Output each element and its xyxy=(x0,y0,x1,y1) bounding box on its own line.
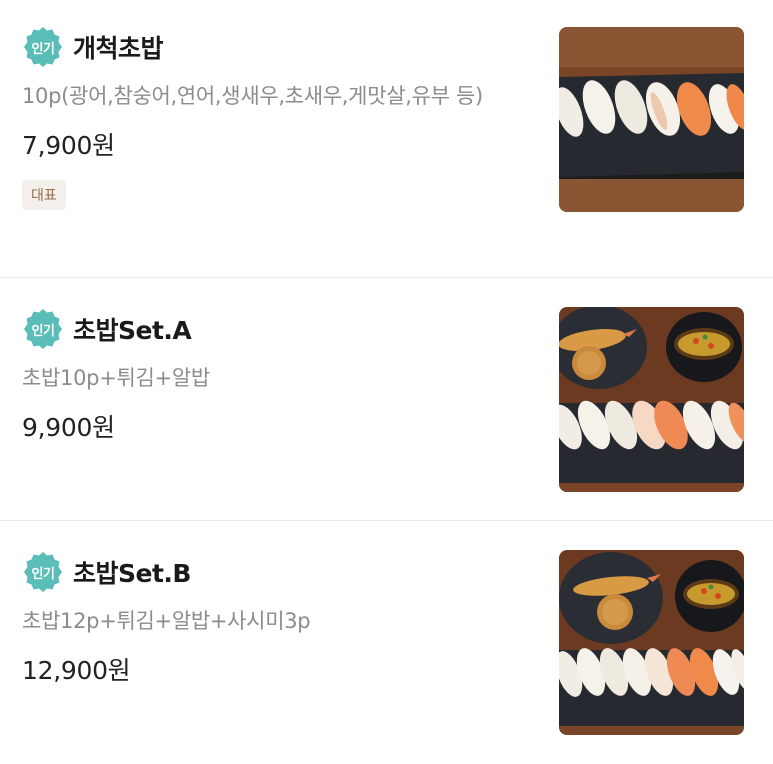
menu-item[interactable]: 인기 개척초밥 10p(광어,참숭어,연어,생새우,초새우,게맛살,유부 등) … xyxy=(0,0,773,278)
title-row: 인기 초밥Set.B xyxy=(22,551,522,593)
menu-item-text: 인기 개척초밥 10p(광어,참숭어,연어,생새우,초새우,게맛살,유부 등) … xyxy=(22,0,522,210)
menu-item-photo[interactable] xyxy=(559,307,744,492)
popular-badge: 인기 xyxy=(22,26,64,68)
menu-item-price: 12,900원 xyxy=(22,656,131,685)
menu-item-text: 인기 초밥Set.B 초밥12p+튀김+알밥+사시미3p 12,900원 xyxy=(22,521,522,687)
popular-badge: 인기 xyxy=(22,308,64,350)
menu-item-name: 초밥Set.A xyxy=(73,316,192,345)
menu-item-text: 인기 초밥Set.A 초밥10p+튀김+알밥 9,900원 xyxy=(22,278,522,444)
menu-item-description: 초밥10p+튀김+알밥 xyxy=(22,366,210,390)
menu-item-price: 7,900원 xyxy=(22,131,115,160)
badge-label: 인기 xyxy=(31,323,55,339)
menu-item[interactable]: 인기 초밥Set.A 초밥10p+튀김+알밥 9,900원 xyxy=(0,278,773,521)
menu-item[interactable]: 인기 초밥Set.B 초밥12p+튀김+알밥+사시미3p 12,900원 xyxy=(0,521,773,764)
badge-label: 인기 xyxy=(31,41,55,57)
title-row: 인기 초밥Set.A xyxy=(22,308,522,350)
menu-item-price: 9,900원 xyxy=(22,413,115,442)
menu-list: 인기 개척초밥 10p(광어,참숭어,연어,생새우,초새우,게맛살,유부 등) … xyxy=(0,0,773,764)
popular-badge: 인기 xyxy=(22,551,64,593)
menu-item-description: 10p(광어,참숭어,연어,생새우,초새우,게맛살,유부 등) xyxy=(22,84,483,108)
menu-item-description: 초밥12p+튀김+알밥+사시미3p xyxy=(22,609,311,633)
badge-label: 인기 xyxy=(31,566,55,582)
menu-item-name: 초밥Set.B xyxy=(73,559,191,588)
menu-item-name: 개척초밥 xyxy=(73,34,164,63)
title-row: 인기 개척초밥 xyxy=(22,26,522,68)
signature-tag: 대표 xyxy=(22,180,66,210)
menu-item-photo[interactable] xyxy=(559,27,744,212)
menu-item-photo[interactable] xyxy=(559,550,744,735)
